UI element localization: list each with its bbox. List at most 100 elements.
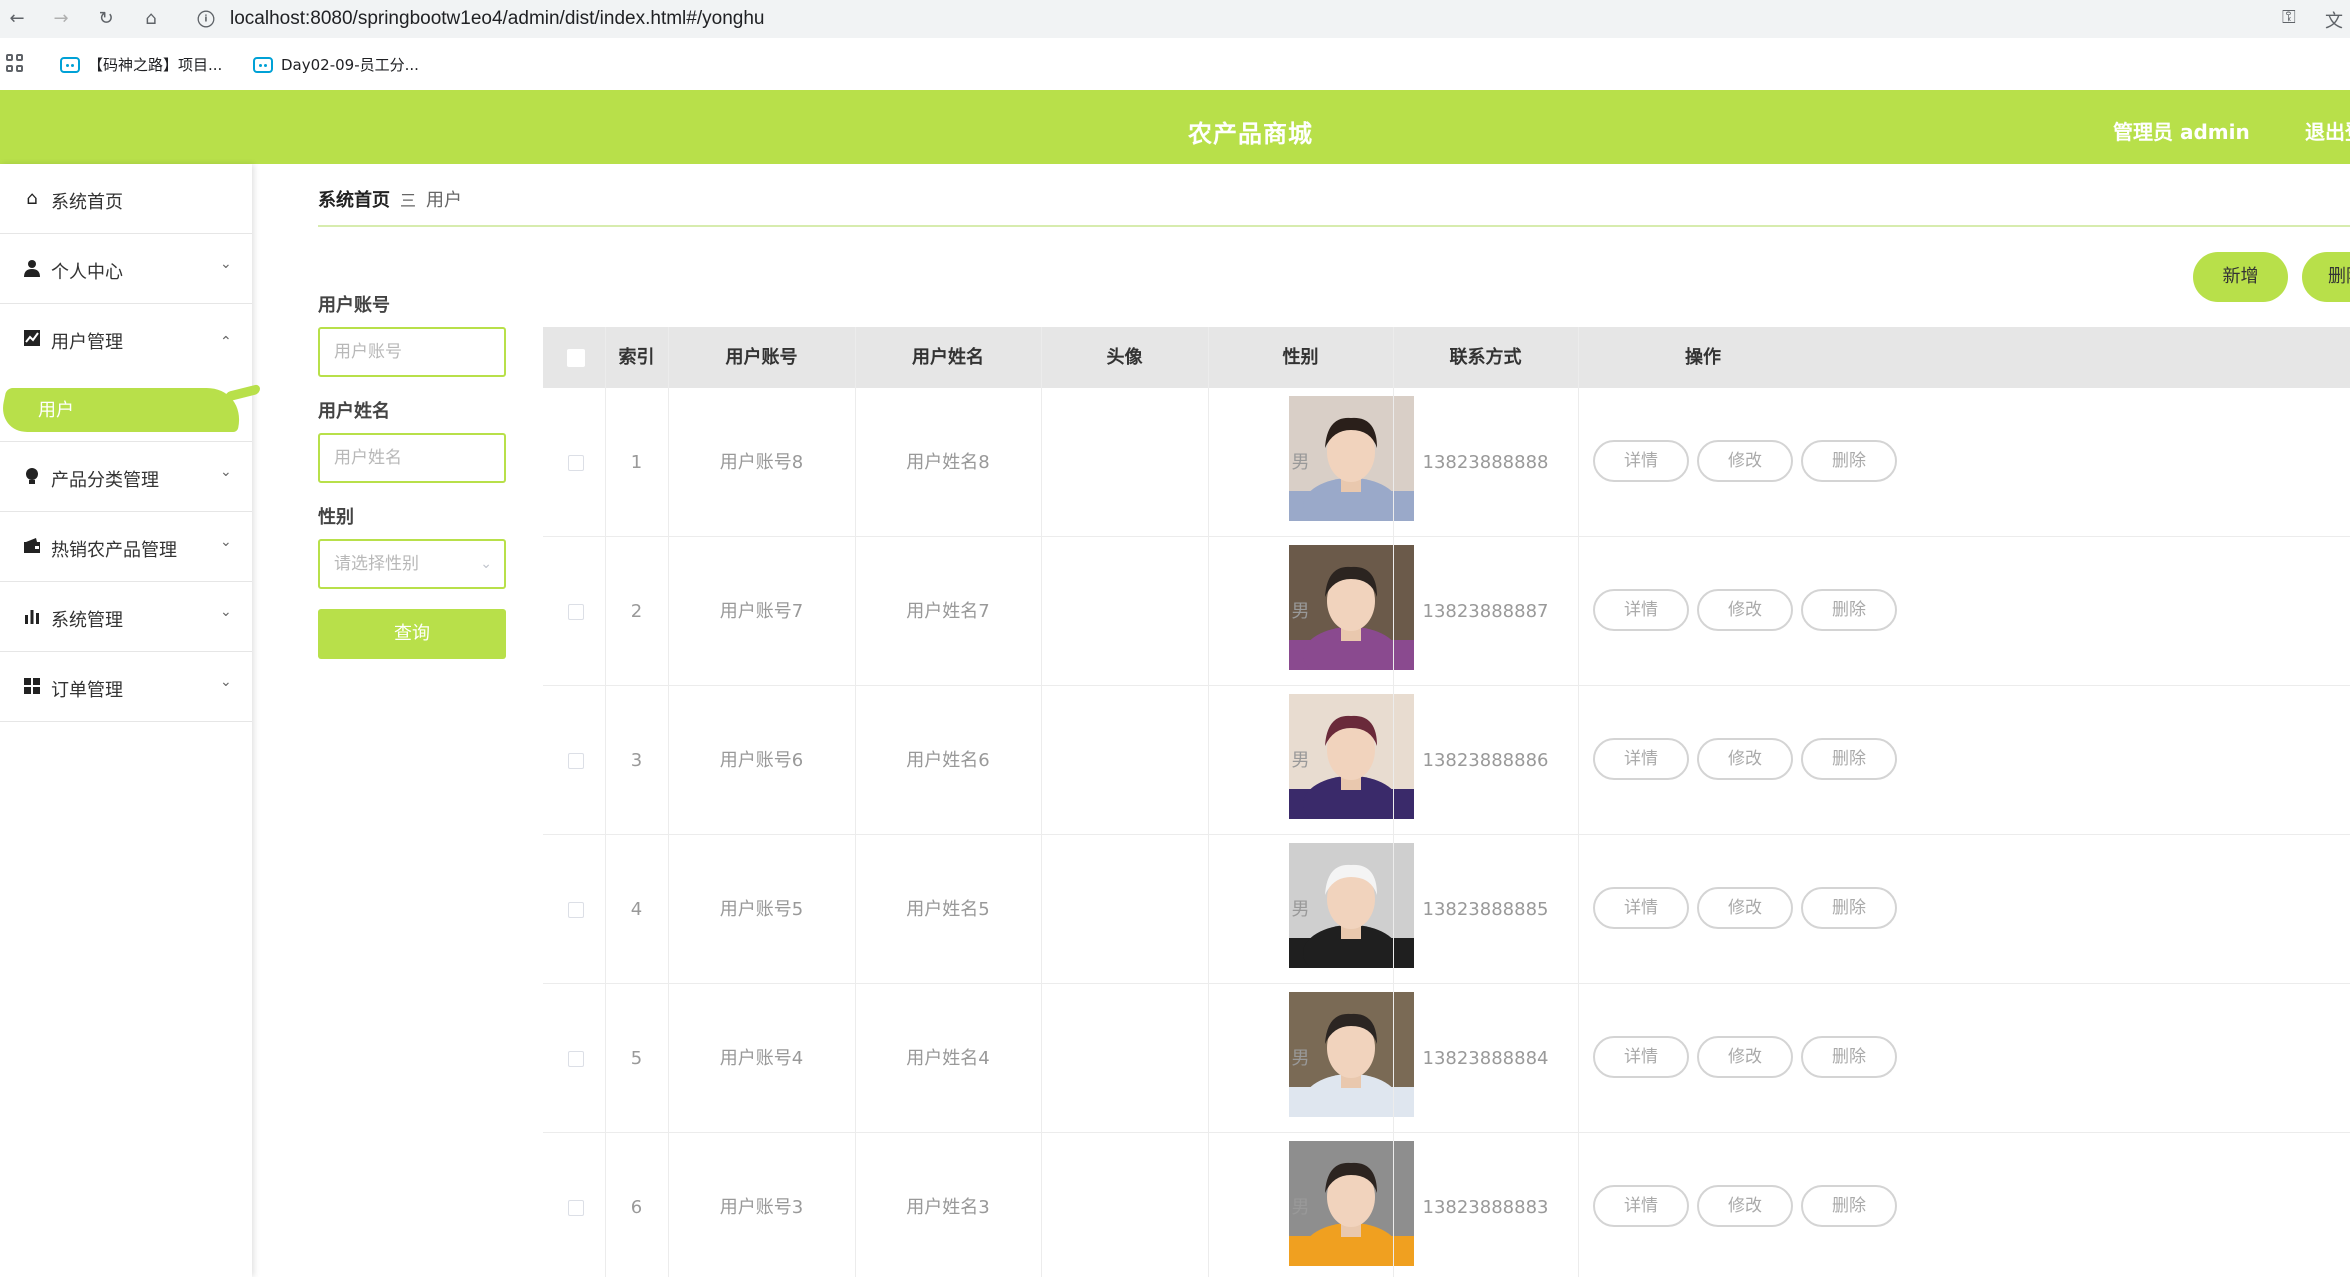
detail-button[interactable]: 详情 [1593, 1036, 1689, 1078]
breadcrumb-separator: 三 [400, 191, 417, 210]
chevron-down-icon: ⌄ [220, 674, 232, 690]
detail-button[interactable]: 详情 [1593, 887, 1689, 929]
cell-gender: 男 [1291, 452, 1310, 473]
delete-button[interactable]: 删除 [1801, 1036, 1897, 1078]
back-icon[interactable]: ← [4, 6, 30, 32]
column-divider [605, 327, 606, 1277]
account-input[interactable]: 用户账号 [318, 327, 506, 377]
cell-account: 用户账号8 [719, 452, 804, 473]
column-divider [1393, 327, 1394, 1277]
table-row: 3 用户账号6 用户姓名6 男 13823888886 详情 修改 删除 [543, 686, 2350, 835]
chevron-down-icon: ⌄ [220, 604, 232, 620]
bookmark-item[interactable]: 【码神之路】项目... [60, 54, 222, 75]
row-checkbox[interactable] [568, 604, 584, 620]
home-page-icon[interactable]: ⌂ [138, 6, 164, 32]
bookmark-label: 【码神之路】项目... [88, 56, 223, 74]
browser-chrome: ← → ↻ ⌂ i localhost:8080/springbootw1eo4… [0, 0, 2350, 90]
user-icon [22, 259, 42, 279]
url-field[interactable]: localhost:8080/springbootw1eo4/admin/dis… [230, 8, 764, 30]
batch-delete-button[interactable]: 删除 [2302, 252, 2350, 302]
breadcrumb-home[interactable]: 系统首页 [318, 186, 390, 212]
gender-select[interactable]: 请选择性别 ⌄ [318, 539, 506, 589]
row-checkbox[interactable] [568, 1051, 584, 1067]
column-divider [855, 327, 856, 1277]
sidebar-item-orders[interactable]: 订单管理 ⌄ [0, 652, 252, 722]
row-checkbox[interactable] [568, 902, 584, 918]
sidebar-item-system[interactable]: 系统管理 ⌄ [0, 582, 252, 652]
forward-icon[interactable]: → [48, 6, 74, 32]
chart-icon [22, 329, 42, 349]
breadcrumb: 系统首页 三 用户 [318, 186, 462, 212]
query-button[interactable]: 查询 [318, 609, 506, 659]
header-index: 索引 [618, 347, 655, 368]
cell-account: 用户账号4 [719, 1048, 804, 1069]
detail-button[interactable]: 详情 [1593, 1185, 1689, 1227]
edit-button[interactable]: 修改 [1697, 1185, 1793, 1227]
bulb-icon [22, 467, 42, 487]
sidebar-item-user-mgmt[interactable]: 用户管理 ⌃ [0, 304, 252, 374]
name-input[interactable]: 用户姓名 [318, 433, 506, 483]
sidebar-item-category[interactable]: 产品分类管理 ⌄ [0, 442, 252, 512]
table-row: 4 用户账号5 用户姓名5 男 13823888885 详情 修改 删除 [543, 835, 2350, 984]
cell-index: 4 [630, 899, 643, 920]
cell-name: 用户姓名6 [906, 750, 990, 771]
gender-label: 性别 [318, 507, 354, 528]
cell-account: 用户账号3 [719, 1197, 804, 1218]
edit-button[interactable]: 修改 [1697, 1036, 1793, 1078]
delete-button[interactable]: 删除 [1801, 738, 1897, 780]
header-avatar: 头像 [1106, 347, 1143, 368]
chevron-down-icon: ⌄ [220, 464, 232, 480]
sidebar-item-label: 订单管理 [51, 680, 123, 701]
cell-gender: 男 [1291, 1048, 1310, 1069]
table-row: 1 用户账号8 用户姓名8 男 13823888888 详情 修改 删除 [543, 388, 2350, 537]
bar-chart-icon [22, 607, 42, 627]
cell-gender: 男 [1291, 750, 1310, 771]
edit-button[interactable]: 修改 [1697, 887, 1793, 929]
delete-button[interactable]: 删除 [1801, 1185, 1897, 1227]
row-checkbox[interactable] [568, 455, 584, 471]
cell-gender: 男 [1291, 899, 1310, 920]
column-divider [1578, 327, 1579, 1277]
translate-icon[interactable]: 文 [2325, 7, 2343, 33]
sidebar-item-label: 产品分类管理 [51, 470, 159, 491]
sidebar-item-hot-products[interactable]: 热销农产品管理 ⌄ [0, 512, 252, 582]
edit-button[interactable]: 修改 [1697, 738, 1793, 780]
edit-button[interactable]: 修改 [1697, 440, 1793, 482]
table-header: 索引 用户账号 用户姓名 头像 性别 联系方式 操作 [543, 327, 2350, 388]
password-key-icon[interactable]: ⚿ [2282, 7, 2296, 28]
delete-button[interactable]: 删除 [1801, 440, 1897, 482]
logout-link[interactable]: 退出登录 [2305, 116, 2350, 145]
select-all-checkbox[interactable] [567, 349, 585, 367]
detail-button[interactable]: 详情 [1593, 589, 1689, 631]
cell-name: 用户姓名7 [906, 601, 990, 622]
cell-index: 6 [630, 1197, 643, 1218]
app-header: 农产品商城 管理员 admin 退出登录 [0, 90, 2350, 164]
table-row: 5 用户账号4 用户姓名4 男 13823888884 详情 修改 删除 [543, 984, 2350, 1133]
row-checkbox[interactable] [568, 1200, 584, 1216]
detail-button[interactable]: 详情 [1593, 440, 1689, 482]
table-row: 6 用户账号3 用户姓名3 男 13823888883 详情 修改 删除 [543, 1133, 2350, 1277]
bookmark-item[interactable]: Day02-09-员工分... [253, 54, 419, 75]
sidebar-item-home[interactable]: ⌂ 系统首页 [0, 164, 252, 234]
cell-name: 用户姓名4 [906, 1048, 990, 1069]
cell-phone: 13823888884 [1422, 1048, 1549, 1069]
delete-button[interactable]: 删除 [1801, 887, 1897, 929]
account-label: 用户账号 [318, 295, 390, 316]
delete-button[interactable]: 删除 [1801, 589, 1897, 631]
sidebar-subitem-user[interactable]: 用户 [0, 374, 252, 442]
cell-account: 用户账号5 [719, 899, 804, 920]
row-checkbox[interactable] [568, 753, 584, 769]
sidebar-item-personal[interactable]: 个人中心 ⌄ [0, 234, 252, 304]
edit-button[interactable]: 修改 [1697, 589, 1793, 631]
breadcrumb-divider [318, 225, 2350, 227]
reload-icon[interactable]: ↻ [93, 6, 119, 32]
header-name: 用户姓名 [912, 347, 984, 368]
sidebar: ⌂ 系统首页 个人中心 ⌄ 用户管理 ⌃ 用户 产品分类管理 ⌄ 热销农产品管理… [0, 164, 252, 1277]
detail-button[interactable]: 详情 [1593, 738, 1689, 780]
add-button[interactable]: 新增 [2193, 252, 2288, 302]
site-info-icon[interactable]: i [197, 10, 215, 28]
breadcrumb-current: 用户 [426, 190, 463, 211]
cell-name: 用户姓名8 [906, 452, 990, 473]
apps-grid-icon[interactable] [6, 54, 24, 72]
sidebar-item-label: 用户管理 [51, 332, 123, 353]
